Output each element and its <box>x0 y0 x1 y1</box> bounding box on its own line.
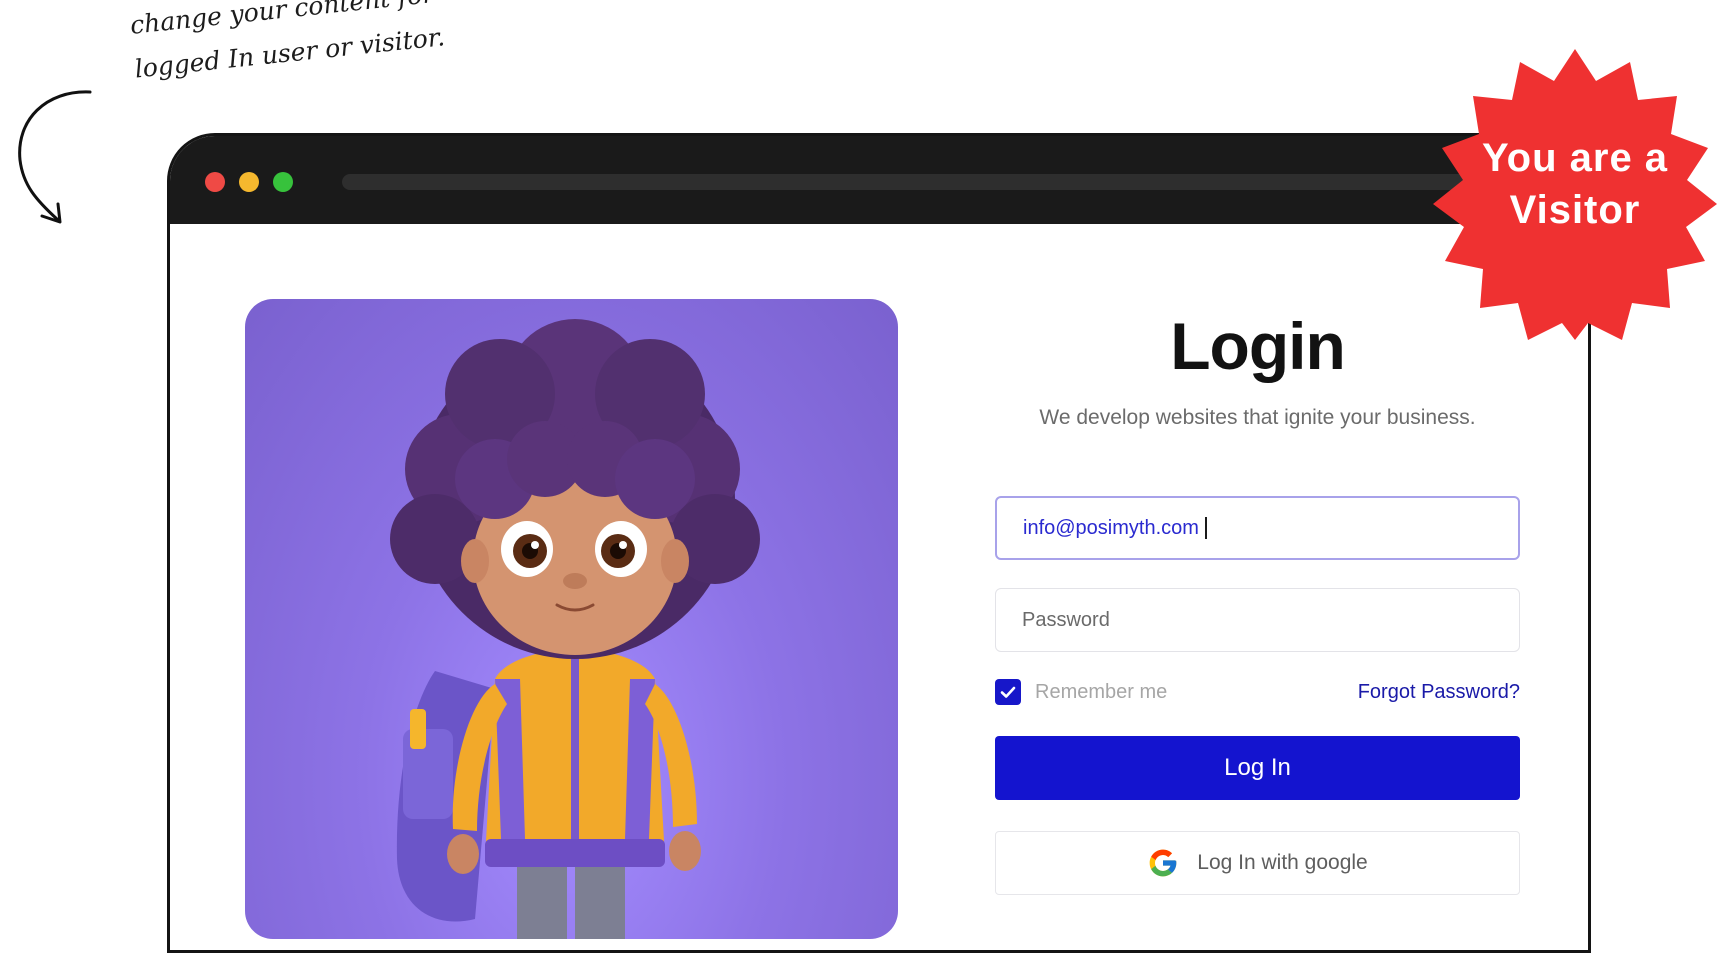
email-field[interactable]: info@posimyth.com <box>995 496 1520 560</box>
arrow-annotation-icon <box>18 90 92 224</box>
badge-text: You are a Visitor <box>1425 132 1722 236</box>
remember-label[interactable]: Remember me <box>1035 681 1167 704</box>
visitor-badge: You are a Visitor <box>1425 44 1722 344</box>
hero-illustration <box>245 299 898 939</box>
remember-checkbox[interactable] <box>995 679 1021 705</box>
password-placeholder: Password <box>1022 608 1110 631</box>
badge-line-1: You are a <box>1481 136 1669 180</box>
window-dot-red-icon[interactable] <box>205 172 225 192</box>
forgot-password-link[interactable]: Forgot Password? <box>1358 681 1520 704</box>
browser-window: Login We develop websites that ignite yo… <box>167 133 1591 953</box>
check-icon <box>1000 686 1016 698</box>
google-button-label: Log In with google <box>1197 851 1368 874</box>
browser-titlebar <box>170 136 1588 224</box>
badge-line-2: Visitor <box>1509 188 1641 232</box>
google-icon <box>1147 847 1179 879</box>
text-caret <box>1204 517 1207 539</box>
annotation-note: change your content for logged In user o… <box>128 0 447 92</box>
login-subtitle: We develop websites that ignite your bus… <box>1039 406 1476 429</box>
google-login-button[interactable]: Log In with google <box>995 831 1520 895</box>
login-button[interactable]: Log In <box>995 736 1520 800</box>
address-bar[interactable] <box>342 174 1472 190</box>
remember-row: Remember me Forgot Password? <box>995 676 1520 708</box>
window-dot-green-icon[interactable] <box>273 172 293 192</box>
window-dot-yellow-icon[interactable] <box>239 172 259 192</box>
email-field-value: info@posimyth.com <box>1023 516 1199 539</box>
kid-character-illustration <box>390 319 760 939</box>
password-field[interactable]: Password <box>995 588 1520 652</box>
